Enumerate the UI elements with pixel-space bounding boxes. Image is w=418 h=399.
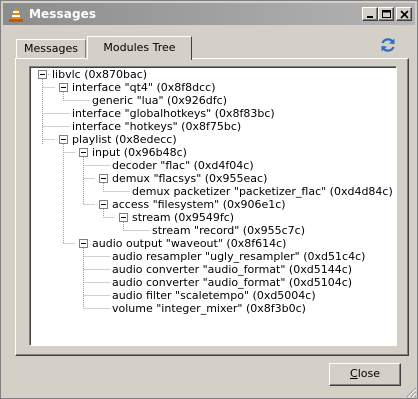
tree-node-playlist[interactable]: playlist (0x8edecc)	[72, 133, 177, 146]
tree-node-stream-record[interactable]: stream "record" (0x955c7c)	[152, 224, 305, 237]
tree-node-audio-converter[interactable]: audio converter "audio_format" (0xd5104c…	[112, 276, 352, 289]
tree-node-stream[interactable]: stream (0x9549fc)	[132, 211, 234, 224]
tree-node-generic-lua[interactable]: generic "lua" (0x926dfc)	[92, 94, 227, 107]
tree-node-audio-resampler[interactable]: audio resampler "ugly_resampler" (0xd51c…	[112, 250, 365, 263]
title-bar[interactable]: Messages	[3, 3, 415, 25]
tree-node-access-filesystem[interactable]: access "filesystem" (0x906e1c)	[112, 198, 286, 211]
tree-node-volume[interactable]: volume "integer_mixer" (0x8f3b0c)	[112, 302, 306, 315]
collapse-toggle[interactable]	[38, 70, 47, 79]
collapse-toggle[interactable]	[79, 148, 88, 157]
close-icon	[400, 10, 409, 19]
tree-node-interface-globalhotkeys[interactable]: interface "globalhotkeys" (0x8f83bc)	[72, 107, 275, 120]
resize-grip-icon[interactable]	[405, 386, 417, 398]
tab-modules-tree[interactable]: Modules Tree	[87, 36, 192, 60]
collapse-toggle[interactable]	[99, 174, 108, 183]
collapse-toggle[interactable]	[119, 213, 128, 222]
collapse-toggle[interactable]	[59, 135, 68, 144]
tree-node-libvlc[interactable]: libvlc (0x870bac)	[52, 68, 147, 81]
refresh-icon[interactable]	[378, 35, 398, 55]
tab-messages[interactable]: Messages	[16, 39, 86, 59]
collapse-toggle[interactable]	[99, 200, 108, 209]
tree-node-audio-output[interactable]: audio output "waveout" (0x8f614c)	[92, 237, 286, 250]
tree-node-demux-packetizer[interactable]: demux packetizer "packetizer_flac" (0xd4…	[132, 185, 393, 198]
close-button[interactable]: Close	[329, 363, 401, 386]
tree-node-interface-qt4[interactable]: interface "qt4" (0x8f8dcc)	[72, 81, 216, 94]
minimize-button[interactable]	[362, 7, 378, 21]
close-button-label: lose	[357, 367, 380, 380]
collapse-toggle[interactable]	[59, 83, 68, 92]
tree-node-decoder-flac[interactable]: decoder "flac" (0xd4f04c)	[112, 159, 254, 172]
tree-node-interface-hotkeys[interactable]: interface "hotkeys" (0x8f75bc)	[72, 120, 241, 133]
tree-node-audio-converter[interactable]: audio converter "audio_format" (0xd5144c…	[112, 263, 352, 276]
tree-node-audio-filter[interactable]: audio filter "scaletempo" (0xd5004c)	[112, 289, 316, 302]
minimize-icon	[367, 16, 373, 18]
tree-node-input[interactable]: input (0x96b48c)	[92, 146, 187, 159]
close-button-mnemonic: C	[350, 367, 358, 380]
window-title: Messages	[29, 7, 97, 21]
maximize-icon	[382, 10, 391, 18]
messages-window: Messages Messages Modules Tree libvlc (0…	[0, 0, 418, 399]
collapse-toggle[interactable]	[79, 239, 88, 248]
vlc-cone-icon	[9, 7, 23, 22]
tree-node-demux-flacsys[interactable]: demux "flacsys" (0x955eac)	[112, 172, 267, 185]
modules-tree[interactable]: libvlc (0x870bac) interface "qt4" (0x8f8…	[29, 66, 397, 346]
close-window-button[interactable]	[396, 7, 412, 21]
maximize-button[interactable]	[378, 7, 394, 21]
